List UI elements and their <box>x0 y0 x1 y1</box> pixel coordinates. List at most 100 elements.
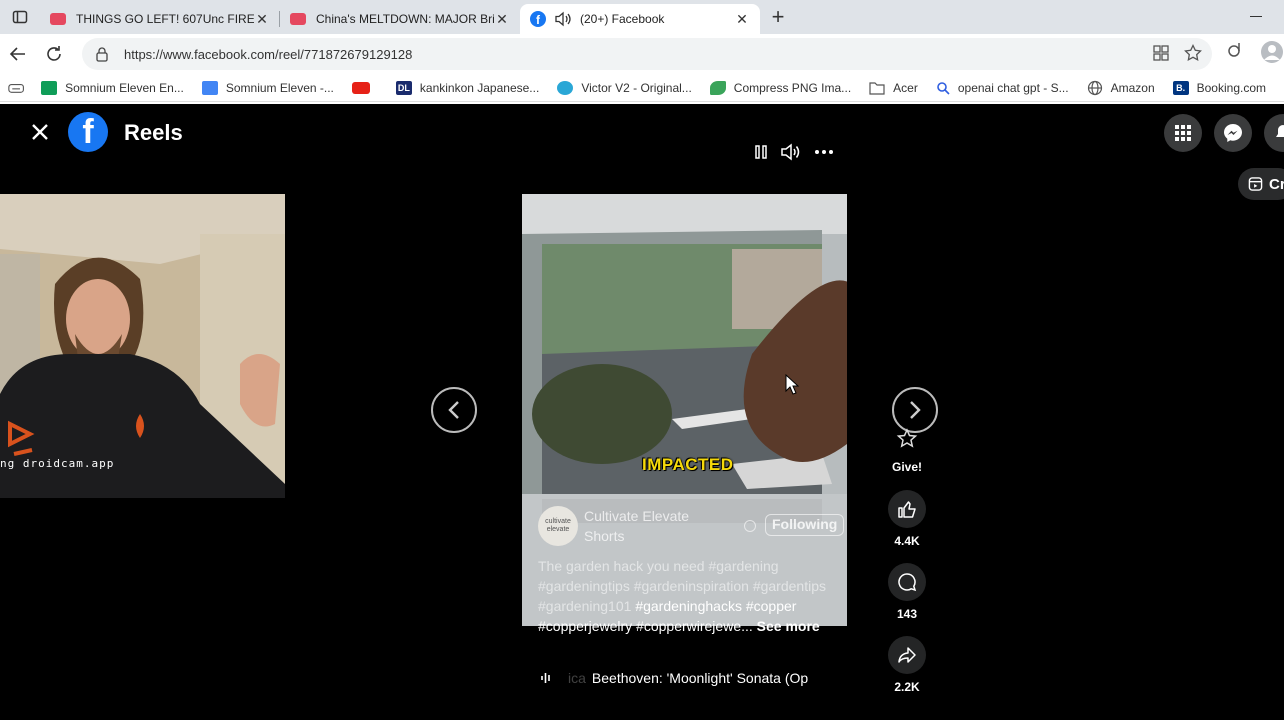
tab-actions-icon <box>12 10 28 24</box>
bookmark-folder-acer[interactable]: Acer <box>869 81 918 95</box>
profile-avatar-icon[interactable] <box>1260 40 1284 64</box>
chevron-right-icon <box>910 401 921 419</box>
bookmark-openai-search[interactable]: openai chat gpt - S... <box>936 81 1069 95</box>
menu-button[interactable] <box>1164 114 1202 152</box>
comment-button[interactable]: 143 <box>885 563 929 621</box>
pause-icon[interactable] <box>754 144 768 160</box>
see-more-link[interactable]: See more <box>757 618 820 634</box>
dl-icon: DL <box>395 80 412 95</box>
author-name-line2[interactable]: Shorts <box>584 526 689 546</box>
messenger-icon <box>1224 124 1242 142</box>
close-tab-icon[interactable]: ✕ <box>494 11 510 28</box>
caption-text: The garden hack you need <box>538 558 705 574</box>
author-name[interactable]: Cultivate Elevate <box>584 506 689 526</box>
search-icon <box>937 81 950 95</box>
video-controls <box>754 142 834 162</box>
thumbs-up-icon <box>898 501 916 518</box>
webcam-overlay: ng droidcam.app <box>0 194 285 498</box>
reel-author[interactable]: cultivate elevate Cultivate Elevate Shor… <box>538 506 689 546</box>
keyboard-icon[interactable] <box>8 81 25 95</box>
reload-button[interactable] <box>36 36 72 72</box>
close-icon[interactable] <box>28 120 52 144</box>
speaker-icon[interactable] <box>554 11 572 27</box>
bookmark-victor[interactable]: Victor V2 - Original... <box>557 80 692 95</box>
reels-camera-icon <box>1248 177 1263 191</box>
more-options-icon[interactable] <box>814 149 834 155</box>
bookmark-youtube[interactable] <box>351 81 378 94</box>
webcam-person-image <box>0 194 285 498</box>
bell-icon <box>1276 125 1284 137</box>
share-button[interactable]: 2.2K <box>885 636 929 694</box>
youtube-icon <box>351 81 370 94</box>
top-right-nav <box>1164 114 1284 152</box>
music-title-prefix: ica <box>568 670 586 686</box>
close-tab-icon[interactable]: ✕ <box>734 11 750 28</box>
bookmark-compress-png[interactable]: Compress PNG Ima... <box>709 80 851 95</box>
facebook-logo-icon[interactable]: f <box>68 112 108 152</box>
webcam-watermark: ng droidcam.app <box>0 457 115 470</box>
music-info[interactable]: ica Beethoven: 'Moonlight' Sonata (Op <box>540 670 808 686</box>
browser-essentials-icon[interactable] <box>1226 40 1246 60</box>
avatar[interactable]: cultivate elevate <box>538 506 578 546</box>
give-label: Give! <box>891 460 922 474</box>
reel-caption: The garden hack you need #gardening #gar… <box>538 556 843 636</box>
minimize-window-button[interactable] <box>1250 16 1262 17</box>
music-title: Beethoven: 'Moonlight' Sonata (Op <box>591 670 809 686</box>
tab-title: (20+) Facebook <box>580 12 665 26</box>
comment-count: 143 <box>896 607 918 621</box>
notifications-button[interactable] <box>1264 114 1284 152</box>
like-button[interactable]: 4.4K <box>885 490 929 548</box>
volume-icon[interactable] <box>780 142 802 162</box>
reload-icon <box>47 46 61 61</box>
give-stars-button[interactable]: Give! <box>885 420 929 474</box>
page-title: Reels <box>124 120 183 145</box>
victor-icon <box>557 80 574 95</box>
menu-grid-icon <box>1175 125 1191 141</box>
address-row: https://www.facebook.com/reel/7718726791… <box>0 34 1284 74</box>
globe-icon <box>1087 80 1102 95</box>
share-count: 2.2K <box>894 680 920 694</box>
public-globe-icon <box>744 520 756 532</box>
address-bar[interactable]: https://www.facebook.com/reel/7718726791… <box>82 38 1212 70</box>
youtube-favicon-icon <box>290 13 306 25</box>
back-arrow-icon <box>9 47 25 61</box>
app-available-icon[interactable] <box>1152 44 1170 62</box>
video-caption-overlay: IMPACTED <box>642 455 734 474</box>
tab-2[interactable]: China's MELTDOWN: MAJOR Brid ✕ <box>280 4 520 34</box>
favorite-star-icon[interactable] <box>1184 44 1202 62</box>
new-tab-button[interactable]: + <box>760 4 796 30</box>
comment-icon <box>898 573 917 592</box>
site-info-icon[interactable] <box>94 46 110 62</box>
booking-icon: B. <box>1172 80 1189 95</box>
following-button[interactable]: Following <box>765 514 845 536</box>
close-tab-icon[interactable]: ✕ <box>254 11 270 28</box>
stars-icon <box>896 428 918 448</box>
audio-wave-icon <box>541 673 550 683</box>
back-button[interactable] <box>0 36 36 72</box>
like-count: 4.4K <box>894 534 920 548</box>
bookmarks-bar: Somnium Eleven En... Somnium Eleven -...… <box>0 74 1284 102</box>
bookmark-somnium-docs[interactable]: Somnium Eleven -... <box>201 80 334 95</box>
bookmark-amazon[interactable]: Amazon <box>1087 80 1155 96</box>
url-text[interactable]: https://www.facebook.com/reel/7718726791… <box>124 47 412 62</box>
messenger-button[interactable] <box>1214 114 1252 152</box>
panda-icon <box>709 80 726 95</box>
bookmark-booking[interactable]: B. Booking.com <box>1172 80 1266 95</box>
chevron-left-icon <box>448 401 459 419</box>
tab-actions-button[interactable] <box>0 0 40 34</box>
reels-viewer: f Reels Cre <box>0 104 1284 720</box>
bookmark-kankinkon[interactable]: DL kankinkon Japanese... <box>395 80 539 95</box>
tab-strip: THINGS GO LEFT! 607Unc FIRES E ✕ China's… <box>0 0 1284 34</box>
previous-reel-button[interactable] <box>431 387 477 433</box>
facebook-favicon-icon: f <box>530 11 546 27</box>
create-reel-button[interactable]: Cre <box>1238 168 1284 200</box>
tab-3-active[interactable]: f (20+) Facebook ✕ <box>520 4 760 34</box>
sheets-icon <box>41 80 58 95</box>
tab-1[interactable]: THINGS GO LEFT! 607Unc FIRES E ✕ <box>40 4 280 34</box>
bookmark-somnium-sheets[interactable]: Somnium Eleven En... <box>41 80 184 95</box>
mouse-cursor-icon <box>785 374 799 395</box>
youtube-favicon-icon <box>50 13 66 25</box>
share-icon <box>898 647 916 663</box>
tab-title: China's MELTDOWN: MAJOR Brid <box>316 12 494 26</box>
docs-icon <box>201 80 218 95</box>
